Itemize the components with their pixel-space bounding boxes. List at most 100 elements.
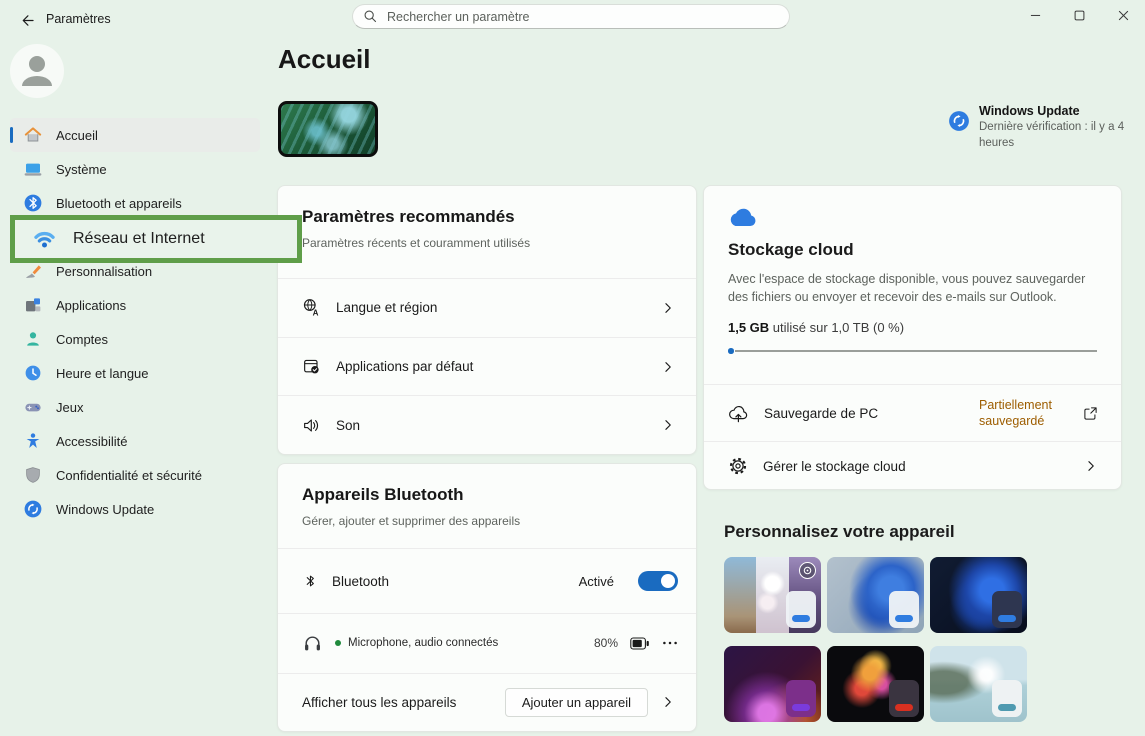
search-box[interactable] (352, 4, 790, 29)
windows-update-icon (23, 499, 43, 519)
sidebar-item-label: Windows Update (56, 502, 154, 517)
card-title: Appareils Bluetooth (302, 485, 672, 505)
view-all-devices-label: Afficher tous les appareils (302, 695, 493, 710)
window-controls (1013, 0, 1145, 30)
sidebar-item-label: Applications (56, 298, 126, 313)
chevron-right-icon (1083, 458, 1099, 474)
windows-update-icon (948, 110, 970, 151)
bluetooth-icon (23, 193, 43, 213)
row-label: Sauvegarde de PC (764, 406, 964, 421)
theme-thumbnail-landscape-light[interactable] (930, 646, 1027, 722)
add-device-button[interactable]: Ajouter un appareil (505, 688, 648, 717)
theme-thumbnail-glow-purple[interactable] (724, 646, 821, 722)
row-bluetooth-toggle: Bluetooth Activé (278, 548, 696, 613)
accessibility-icon (23, 431, 43, 451)
storage-progress-bar (728, 348, 1097, 354)
chevron-right-icon (660, 694, 676, 710)
personalize-section-title: Personnalisez votre appareil (724, 522, 955, 542)
sidebar-item-applications[interactable]: Applications (10, 288, 260, 322)
search-input[interactable] (387, 10, 779, 24)
theme-taskbar-preview (786, 591, 816, 628)
sidebar-item-label: Confidentialité et sécurité (56, 468, 202, 483)
spotlight-camera-icon (799, 562, 816, 579)
external-link-icon (1082, 405, 1099, 422)
maximize-button[interactable] (1057, 0, 1101, 30)
windows-update-status[interactable]: Windows Update Dernière vérification : i… (948, 104, 1133, 151)
device-status-label: Microphone, audio connectés (348, 637, 498, 649)
close-button[interactable] (1101, 0, 1145, 30)
theme-taskbar-preview (992, 591, 1022, 628)
headphones-icon (302, 633, 323, 654)
sidebar-item-label: Jeux (56, 400, 83, 415)
chevron-right-icon (660, 300, 676, 316)
theme-thumbnail-bloom-light[interactable] (827, 557, 924, 633)
storage-usage-text: 1,5 GB utilisé sur 1,0 TB (0 %) (728, 320, 1097, 335)
bluetooth-devices-card: Appareils Bluetooth Gérer, ajouter et su… (277, 463, 697, 732)
sidebar-item-label: Système (56, 162, 107, 177)
theme-thumbnails (724, 557, 1124, 722)
row-view-all-devices[interactable]: Afficher tous les appareils Ajouter un a… (278, 673, 696, 731)
sidebar-item-label: Personnalisation (56, 264, 152, 279)
sidebar: Accueil Système Bluetooth et appareils P… (0, 40, 277, 736)
page-title: Accueil (278, 44, 371, 75)
storage-used-value: 1,5 GB (728, 320, 769, 335)
sidebar-item-windows-update[interactable]: Windows Update (10, 492, 260, 526)
sidebar-item-label: Accessibilité (56, 434, 128, 449)
annotation-highlight-reseau-et-internet[interactable]: Réseau et Internet (10, 215, 302, 263)
gaming-icon (23, 397, 43, 417)
sidebar-item-label: Accueil (56, 128, 98, 143)
card-title: Paramètres recommandés (302, 207, 672, 227)
cloud-backup-icon (728, 404, 749, 423)
row-label: Langue et région (336, 300, 645, 315)
theme-thumbnail-bloom-dark[interactable] (930, 557, 1027, 633)
row-label: Applications par défaut (336, 359, 645, 374)
back-arrow-icon (19, 12, 36, 29)
titlebar: Paramètres (0, 0, 1145, 40)
sidebar-item-accueil[interactable]: Accueil (10, 118, 260, 152)
sidebar-item-jeux[interactable]: Jeux (10, 390, 260, 424)
storage-progress-fill (728, 348, 734, 354)
update-status-subtitle: Dernière vérification : il y a 4 heures (979, 120, 1131, 151)
gear-icon (728, 456, 748, 476)
sidebar-item-accessibilite[interactable]: Accessibilité (10, 424, 260, 458)
battery-icon (630, 637, 650, 650)
row-sauvegarde-de-pc[interactable]: Sauvegarde de PC Partiellement sauvegard… (704, 384, 1121, 441)
bluetooth-toggle[interactable] (638, 571, 678, 591)
row-label: Gérer le stockage cloud (763, 459, 1068, 474)
user-avatar[interactable] (10, 44, 64, 98)
sidebar-item-confidentialite-et-securite[interactable]: Confidentialité et sécurité (10, 458, 260, 492)
theme-thumbnail-spotlight[interactable] (724, 557, 821, 633)
theme-taskbar-preview (992, 680, 1022, 717)
theme-taskbar-preview (889, 591, 919, 628)
row-applications-par-defaut[interactable]: Applications par défaut (278, 337, 696, 396)
home-icon (23, 125, 43, 145)
minimize-button[interactable] (1013, 0, 1057, 30)
sidebar-item-label: Bluetooth et appareils (56, 196, 182, 211)
backup-status-badge: Partiellement sauvegardé (979, 397, 1067, 430)
row-gerer-le-stockage-cloud[interactable]: Gérer le stockage cloud (704, 441, 1121, 490)
chevron-right-icon (660, 417, 676, 433)
sidebar-item-heure-et-langue[interactable]: Heure et langue (10, 356, 260, 390)
toggle-state-label: Activé (579, 574, 614, 589)
card-title: Stockage cloud (728, 240, 1097, 260)
sidebar-nav: Accueil Système Bluetooth et appareils P… (10, 118, 260, 526)
theme-taskbar-preview (786, 680, 816, 717)
chevron-right-icon (660, 359, 676, 375)
row-son[interactable]: Son (278, 395, 696, 454)
sidebar-item-systeme[interactable]: Système (10, 152, 260, 186)
personalization-icon (23, 261, 43, 281)
system-icon (23, 159, 43, 179)
card-subtitle: Paramètres récents et couramment utilisé… (302, 236, 672, 250)
theme-thumbnail-floral-dark[interactable] (827, 646, 924, 722)
cloud-storage-card: Stockage cloud Avec l'espace de stockage… (703, 185, 1122, 490)
privacy-shield-icon (23, 465, 43, 485)
cloud-description: Avec l'espace de stockage disponible, vo… (728, 270, 1100, 306)
row-connected-device[interactable]: Microphone, audio connectés 80% (278, 613, 696, 672)
row-langue-et-region[interactable]: A Langue et région (278, 278, 696, 337)
sidebar-item-comptes[interactable]: Comptes (10, 322, 260, 356)
bluetooth-label: Bluetooth (332, 574, 389, 589)
bluetooth-glyph-icon (302, 572, 320, 590)
back-button[interactable] (14, 7, 40, 33)
theme-taskbar-preview (889, 680, 919, 717)
more-options-button[interactable] (662, 636, 678, 650)
